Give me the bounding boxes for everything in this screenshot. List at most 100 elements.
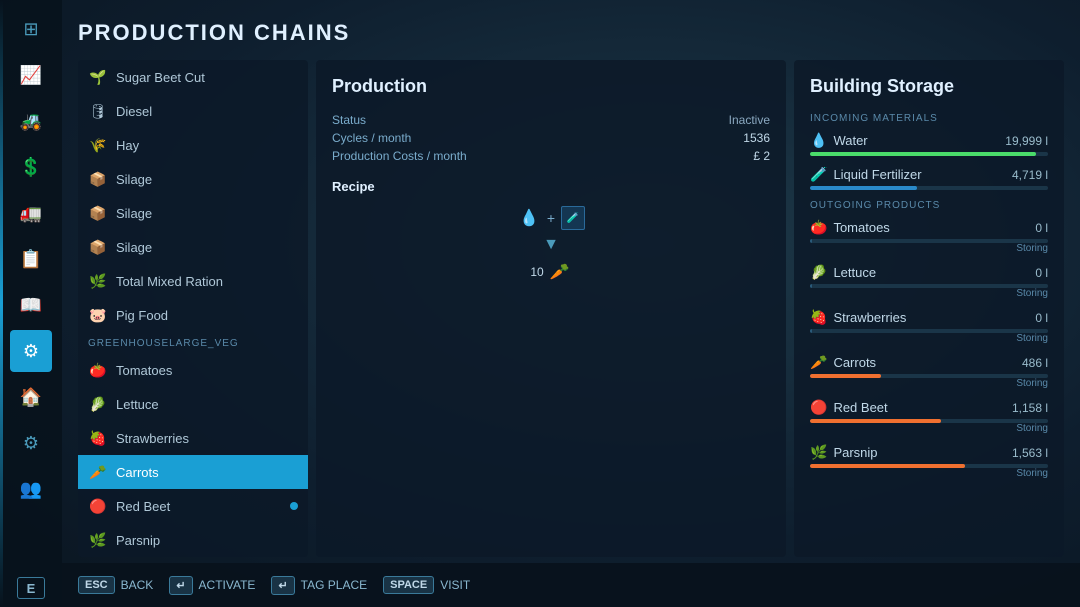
recipe-output-row: 10 🥕: [530, 260, 571, 284]
list-item-red-beet[interactable]: 🔴 Red Beet: [78, 489, 308, 523]
lettuce-list-icon: 🥬: [88, 394, 108, 414]
esc-back-btn[interactable]: ESC BACK: [78, 576, 153, 594]
tomatoes-storage-value: 0 l: [1035, 221, 1048, 235]
recipe-area: 💧 + 🧪 ▼ 10 🥕: [332, 206, 770, 284]
carrots-storage-status: Storing: [810, 378, 1048, 389]
strawberries-list-icon: 🍓: [88, 428, 108, 448]
production-panel: Production Status Inactive Cycles / mont…: [316, 60, 786, 557]
pig-food-icon: 🐷: [88, 305, 108, 325]
tag-place-key[interactable]: ↵: [271, 576, 294, 595]
tomatoes-storage-status: Storing: [810, 243, 1048, 254]
list-item-silage1[interactable]: 📦 Silage: [78, 162, 308, 196]
status-label: Status: [332, 113, 366, 127]
red-beet-dot: [290, 502, 298, 510]
recipe-plus: +: [547, 210, 555, 226]
list-panel: 🌱 Sugar Beet Cut 🛢 Diesel 🌾 Hay 📦 Silage…: [78, 60, 308, 557]
list-item-diesel[interactable]: 🛢 Diesel: [78, 94, 308, 128]
list-item-hay[interactable]: 🌾 Hay: [78, 128, 308, 162]
recipe-input-row: 💧 + 🧪: [517, 206, 585, 230]
water-bar-bg: [810, 152, 1048, 156]
hay-icon: 🌾: [88, 135, 108, 155]
list-item-total-mixed-ration[interactable]: 🌿 Total Mixed Ration: [78, 264, 308, 298]
storage-item-tomatoes: 🍅 Tomatoes 0 l Storing: [810, 219, 1048, 254]
lettuce-storage-value: 0 l: [1035, 266, 1048, 280]
recipe-fertilizer-box: 🧪: [561, 206, 585, 230]
gear-icon[interactable]: ⚙: [10, 422, 52, 464]
parsnip-storage-status: Storing: [810, 468, 1048, 479]
red-beet-storage-label: Red Beet: [833, 400, 887, 415]
book-icon[interactable]: 📋: [10, 238, 52, 280]
fertilizer-storage-value: 4,719 l: [1012, 168, 1048, 182]
list-item-parsnip[interactable]: 🌿 Parsnip: [78, 523, 308, 557]
water-storage-label: Water: [833, 133, 867, 148]
storage-panel: Building Storage INCOMING MATERIALS 💧 Wa…: [794, 60, 1064, 557]
lettuce-storage-label: Lettuce: [833, 265, 876, 280]
tractor2-icon[interactable]: 🚛: [10, 192, 52, 234]
recipe-output-amount: 10: [530, 265, 543, 279]
costs-label: Production Costs / month: [332, 149, 467, 163]
chart-icon[interactable]: 📈: [10, 54, 52, 96]
list-item-lettuce[interactable]: 🥬 Lettuce: [78, 387, 308, 421]
parsnip-storage-value: 1,563 l: [1012, 446, 1048, 460]
production-chains-icon[interactable]: ⚙: [10, 330, 52, 372]
list-item-carrots[interactable]: 🥕 Carrots: [78, 455, 308, 489]
coin-icon[interactable]: 💲: [10, 146, 52, 188]
production-stats: Status Inactive Cycles / month 1536 Prod…: [332, 113, 770, 163]
tractor-icon[interactable]: 🚜: [10, 100, 52, 142]
page-title: PRODUCTION CHAINS: [78, 20, 1064, 46]
esc-key[interactable]: ESC: [78, 576, 115, 594]
farm-icon[interactable]: 🏠: [10, 376, 52, 418]
carrots-storage-icon: 🥕: [810, 354, 827, 371]
cycles-value: 1536: [743, 131, 770, 145]
lettuce-storage-icon: 🥬: [810, 264, 827, 281]
water-storage-icon: 💧: [810, 132, 827, 149]
costs-value: £ 2: [753, 149, 770, 163]
map-icon[interactable]: ⊞: [10, 8, 52, 50]
list-item-silage2[interactable]: 📦 Silage: [78, 196, 308, 230]
activate-key[interactable]: ↵: [169, 576, 192, 595]
storage-panel-title: Building Storage: [810, 76, 1048, 97]
lettuce-storage-status: Storing: [810, 288, 1048, 299]
strawberries-storage-value: 0 l: [1035, 311, 1048, 325]
red-beet-storage-icon: 🔴: [810, 399, 827, 416]
sugar-beet-cut-icon: 🌱: [88, 67, 108, 87]
status-value: Inactive: [729, 113, 770, 127]
carrots-storage-label: Carrots: [833, 355, 876, 370]
storage-item-strawberries: 🍓 Strawberries 0 l Storing: [810, 309, 1048, 344]
tag-place-btn[interactable]: ↵ TAG PLACE: [271, 576, 367, 595]
greenhouse-section-label: GREENHOUSELARGE_VEG: [78, 332, 308, 353]
stat-row-costs: Production Costs / month £ 2: [332, 149, 770, 163]
storage-item-carrots: 🥕 Carrots 486 l Storing: [810, 354, 1048, 389]
e-shortcut-icon[interactable]: E: [17, 577, 45, 599]
fertilizer-storage-icon: 🧪: [810, 166, 827, 183]
fertilizer-storage-label: Liquid Fertilizer: [833, 167, 921, 182]
tomatoes-list-icon: 🍅: [88, 360, 108, 380]
tomatoes-storage-icon: 🍅: [810, 219, 827, 236]
list-item-strawberries[interactable]: 🍓 Strawberries: [78, 421, 308, 455]
parsnip-storage-icon: 🌿: [810, 444, 827, 461]
storage-item-parsnip: 🌿 Parsnip 1,563 l Storing: [810, 444, 1048, 479]
parsnip-list-icon: 🌿: [88, 530, 108, 550]
storage-item-lettuce: 🥬 Lettuce 0 l Storing: [810, 264, 1048, 299]
outgoing-section-label: OUTGOING PRODUCTS: [810, 200, 1048, 211]
stat-row-cycles: Cycles / month 1536: [332, 131, 770, 145]
incoming-section-label: INCOMING MATERIALS: [810, 113, 1048, 124]
book2-icon[interactable]: 📖: [10, 284, 52, 326]
fertilizer-bar-bg: [810, 186, 1048, 190]
list-item-silage3[interactable]: 📦 Silage: [78, 230, 308, 264]
list-item-sugar-beet-cut[interactable]: 🌱 Sugar Beet Cut: [78, 60, 308, 94]
visit-key[interactable]: SPACE: [383, 576, 434, 594]
recipe-arrow: ▼: [543, 236, 559, 254]
list-item-pig-food[interactable]: 🐷 Pig Food: [78, 298, 308, 332]
bottom-bar: ESC BACK ↵ ACTIVATE ↵ TAG PLACE SPACE VI…: [62, 563, 1080, 607]
visit-btn[interactable]: SPACE VISIT: [383, 576, 470, 594]
stat-row-status: Status Inactive: [332, 113, 770, 127]
activate-label: ACTIVATE: [199, 578, 256, 592]
recipe-water-icon: 💧: [517, 206, 541, 230]
water-storage-value: 19,999 l: [1005, 134, 1048, 148]
people-icon[interactable]: 👥: [10, 468, 52, 510]
list-item-tomatoes[interactable]: 🍅 Tomatoes: [78, 353, 308, 387]
activate-btn[interactable]: ↵ ACTIVATE: [169, 576, 255, 595]
main-content: PRODUCTION CHAINS 🌱 Sugar Beet Cut 🛢 Die…: [62, 0, 1080, 607]
red-beet-list-icon: 🔴: [88, 496, 108, 516]
